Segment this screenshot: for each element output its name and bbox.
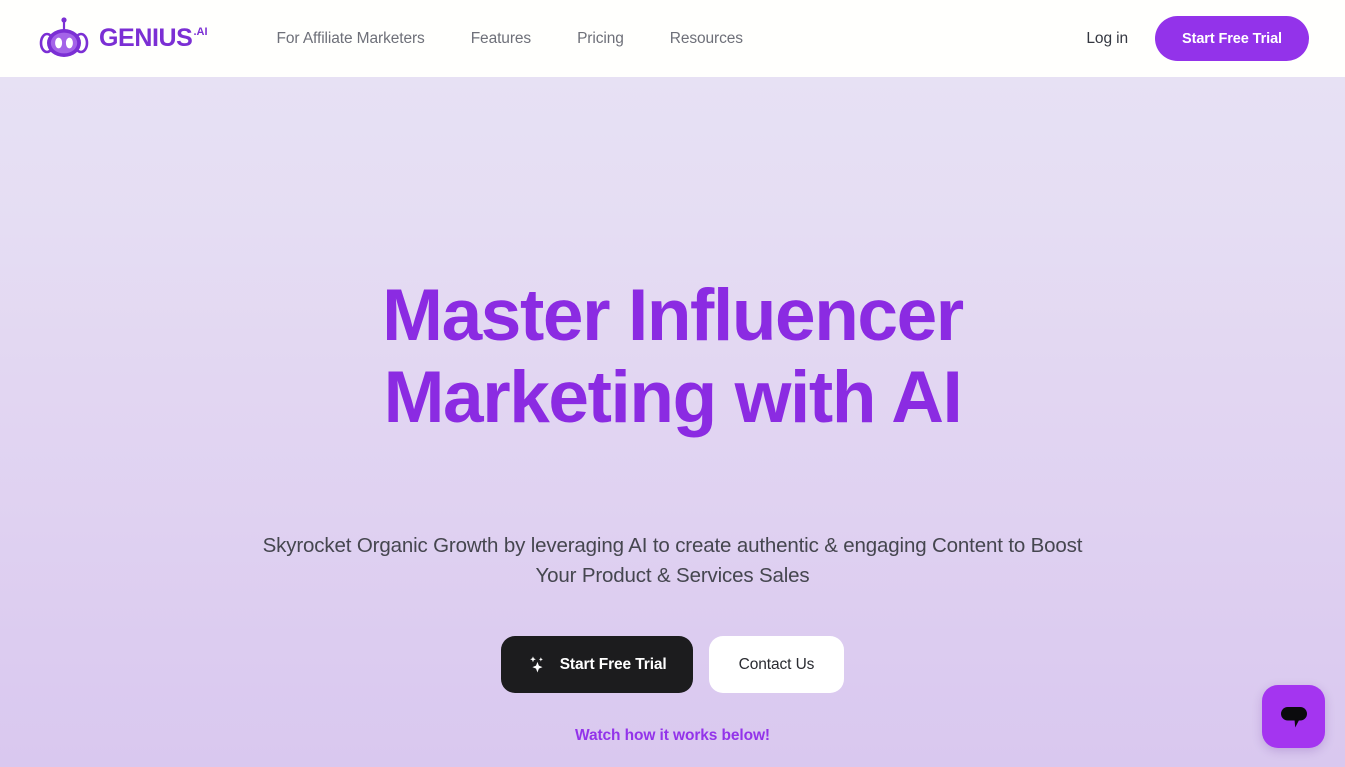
chat-widget-button[interactable] <box>1262 685 1325 748</box>
hero-section: Master Influencer Marketing with AI Skyr… <box>0 77 1345 767</box>
hero-subheadline: Skyrocket Organic Growth by leveraging A… <box>258 531 1088 591</box>
hero-contact-us-button[interactable]: Contact Us <box>708 636 845 693</box>
headline-line-2: Marketing with AI <box>383 357 963 439</box>
hero-primary-cta-label: Start Free Trial <box>559 655 667 673</box>
headline-line-1: Master Influencer <box>382 275 964 356</box>
subheadline-line-1: Skyrocket Organic Growth by leveraging A… <box>262 534 1003 557</box>
logo-wordmark: GENIUS .AI <box>99 26 208 51</box>
hero-cta-group: Start Free Trial Contact Us <box>0 636 1345 693</box>
nav-item-resources[interactable]: Resources <box>670 30 743 48</box>
nav-item-pricing[interactable]: Pricing <box>577 30 624 48</box>
landing-page: GENIUS .AI For Affiliate Marketers Featu… <box>0 0 1345 767</box>
nav-item-for-affiliate-marketers[interactable]: For Affiliate Marketers <box>277 30 425 48</box>
logo-name: GENIUS <box>99 24 193 52</box>
robot-head-icon <box>39 16 89 57</box>
login-link[interactable]: Log in <box>1086 30 1128 48</box>
header-start-free-trial-button[interactable]: Start Free Trial <box>1155 16 1309 61</box>
page-title: Master Influencer Marketing with AI <box>0 275 1345 440</box>
chat-bubble-icon <box>1280 706 1307 727</box>
site-header: GENIUS .AI For Affiliate Marketers Featu… <box>0 0 1345 77</box>
watch-how-it-works-link[interactable]: Watch how it works below! <box>0 727 1345 745</box>
main-navigation: For Affiliate Marketers Features Pricing… <box>277 30 744 48</box>
logo[interactable]: GENIUS .AI <box>38 16 208 61</box>
sparkles-icon <box>529 656 543 673</box>
nav-item-features[interactable]: Features <box>471 30 531 48</box>
hero-start-free-trial-button[interactable]: Start Free Trial <box>500 636 693 693</box>
logo-suffix: .AI <box>193 26 208 38</box>
header-actions: Log in Start Free Trial <box>1086 16 1309 61</box>
